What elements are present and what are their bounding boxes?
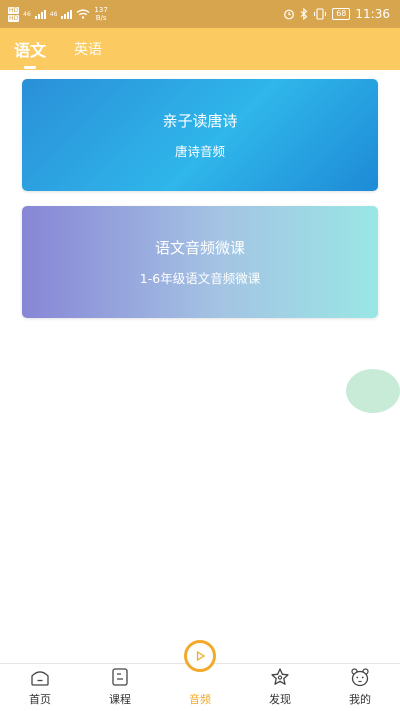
nav-label-mine: 我的 xyxy=(349,693,371,706)
tab-chinese-label: 语文 xyxy=(14,41,47,60)
bluetooth-icon xyxy=(300,8,308,20)
bottom-navigation: 首页 课程 音频 发现 我的 xyxy=(0,640,400,711)
nav-item-discover[interactable]: 发现 xyxy=(240,666,320,707)
home-icon xyxy=(31,671,49,686)
nav-label-home: 首页 xyxy=(29,693,51,706)
floating-action-bubble[interactable] xyxy=(346,369,400,413)
network-speed: 137 B/s xyxy=(94,6,107,22)
wifi-icon xyxy=(76,9,90,19)
network-speed-value: 137 xyxy=(94,6,108,14)
network-type-1: 46 xyxy=(23,10,31,18)
card-title: 语文音频微课 xyxy=(154,239,245,257)
chinese-audio-microcourse-card[interactable]: 语文音频微课 1-6年级语文音频微课 xyxy=(22,206,378,318)
alarm-icon xyxy=(284,9,295,20)
nav-label-audio: 音频 xyxy=(189,693,211,706)
nav-item-course[interactable]: 课程 xyxy=(80,666,160,707)
network-speed-unit: B/s xyxy=(95,14,107,22)
hd-badge-2: HD xyxy=(8,14,20,22)
tab-english-label: 英语 xyxy=(74,42,103,58)
tab-english[interactable]: 英语 xyxy=(74,39,102,59)
status-bar: HD HD 46 46 137 B/s 68 11:36 xyxy=(0,0,400,28)
status-bar-left: HD HD 46 46 137 B/s xyxy=(8,6,108,22)
profile-bear-icon xyxy=(351,668,369,687)
signal-icon-2 xyxy=(61,9,73,19)
tab-chinese[interactable]: 语文 xyxy=(14,37,47,69)
audio-play-icon xyxy=(184,640,216,672)
play-triangle-icon xyxy=(196,650,206,662)
active-tab-indicator xyxy=(24,66,36,69)
card-subtitle: 1-6年级语文音频微课 xyxy=(139,271,261,286)
discover-icon xyxy=(271,668,289,685)
battery-level: 68 xyxy=(332,8,351,20)
hd-indicators: HD HD xyxy=(8,6,20,22)
card-title: 亲子读唐诗 xyxy=(162,112,238,130)
tang-poetry-card[interactable]: 亲子读唐诗 唐诗音频 xyxy=(22,79,378,191)
course-icon xyxy=(112,668,128,686)
nav-item-audio[interactable]: 音频 xyxy=(160,640,240,707)
nav-item-home[interactable]: 首页 xyxy=(0,666,80,707)
status-bar-right: 68 11:36 xyxy=(283,7,390,21)
status-time: 11:36 xyxy=(355,7,390,21)
vibrate-icon xyxy=(314,8,327,20)
network-type-2: 46 xyxy=(49,10,58,18)
nav-label-course: 课程 xyxy=(109,693,131,706)
hd-badge-1: HD xyxy=(8,6,20,14)
subject-tab-bar: 语文 英语 xyxy=(0,28,400,70)
nav-label-discover: 发现 xyxy=(269,693,291,706)
card-subtitle: 唐诗音频 xyxy=(174,144,225,159)
signal-icon xyxy=(34,9,46,19)
nav-item-mine[interactable]: 我的 xyxy=(320,666,400,707)
